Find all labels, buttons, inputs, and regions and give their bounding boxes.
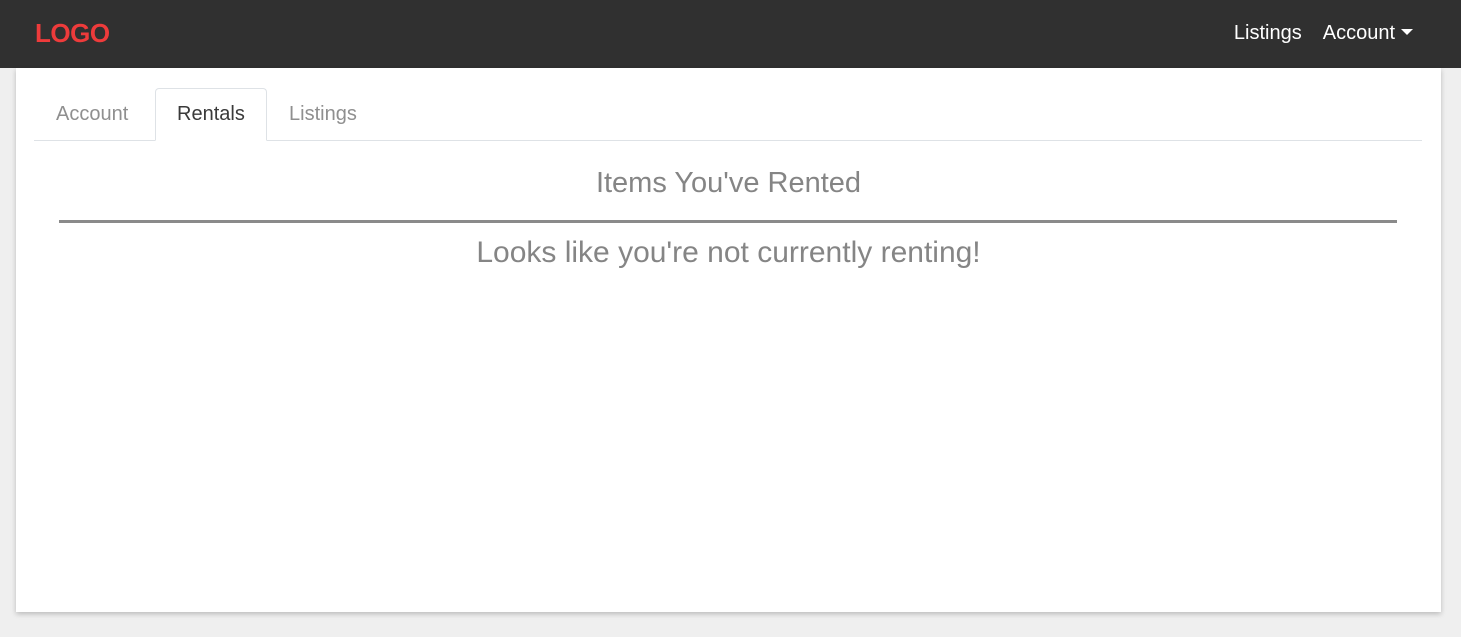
tab-rentals[interactable]: Rentals — [155, 88, 267, 141]
caret-down-icon — [1401, 29, 1413, 35]
empty-state-message: Looks like you're not currently renting! — [476, 236, 981, 269]
nav-link-listings[interactable]: Listings — [1234, 20, 1302, 46]
top-navbar: LOGO Listings Account — [0, 0, 1461, 68]
section-divider — [59, 220, 1397, 223]
tab-account[interactable]: Account — [34, 88, 150, 141]
profile-tabs: Account Rentals Listings — [34, 88, 1422, 141]
nav-links: Listings Account — [1234, 20, 1413, 46]
logo[interactable]: LOGO — [35, 18, 110, 48]
profile-card: Account Rentals Listings Items You've Re… — [16, 68, 1441, 612]
tab-listings[interactable]: Listings — [267, 88, 379, 141]
nav-account-label: Account — [1322, 22, 1395, 44]
rentals-title: Items You've Rented — [595, 167, 862, 199]
nav-account-dropdown[interactable]: Account — [1323, 20, 1413, 46]
